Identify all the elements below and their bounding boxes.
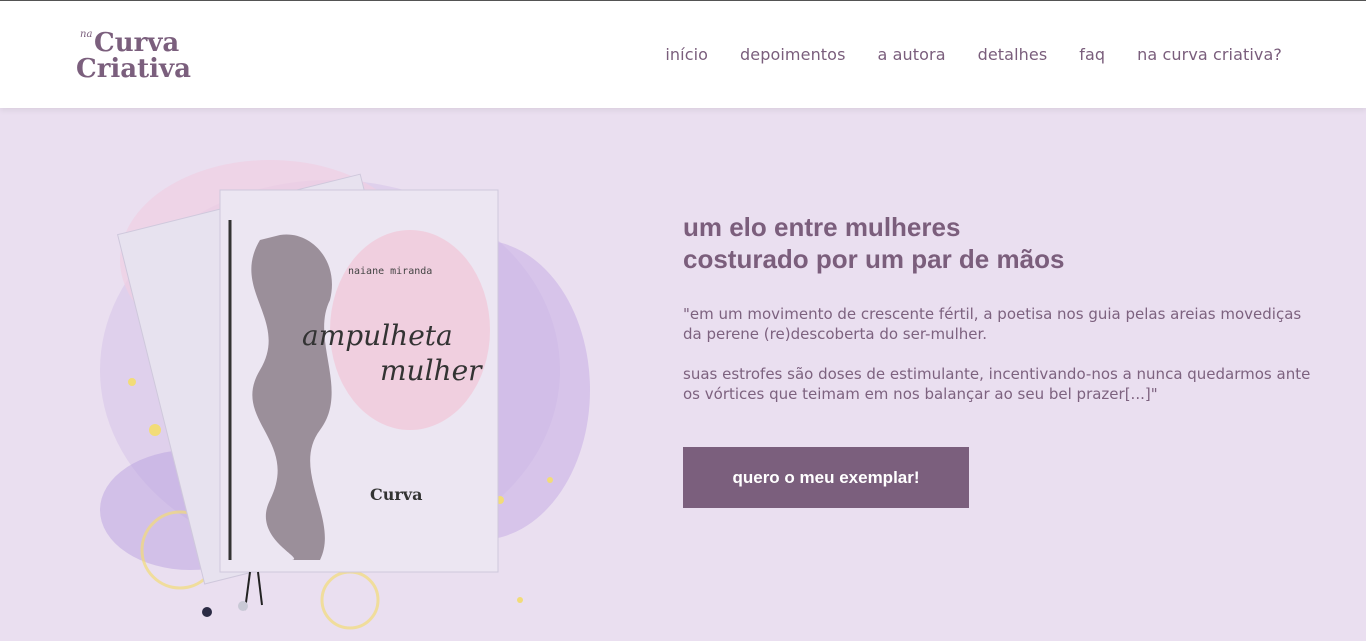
hero-headline: um elo entre mulheres costurado por um p… <box>683 211 1064 275</box>
headline-line-2: costurado por um par de mãos <box>683 244 1065 274</box>
nav-item-faq[interactable]: faq <box>1079 45 1105 64</box>
brand-logo[interactable]: na Curva Criativa <box>72 21 214 83</box>
quote-paragraph-2: suas estrofes são doses de estimulante, … <box>683 365 1311 403</box>
main-nav: início depoimentos a autora detalhes faq… <box>665 45 1282 64</box>
nav-item-na-curva-criativa[interactable]: na curva criativa? <box>1137 45 1282 64</box>
nav-item-detalhes[interactable]: detalhes <box>978 45 1048 64</box>
buy-copy-button[interactable]: quero o meu exemplar! <box>683 447 969 508</box>
book-publisher-logo: Curva <box>370 485 422 504</box>
book-title-line2: mulher <box>380 354 483 387</box>
logo-small-word: na <box>80 29 92 40</box>
nav-item-depoimentos[interactable]: depoimentos <box>740 45 845 64</box>
site-header: na Curva Criativa início depoimentos a a… <box>0 1 1366 108</box>
front-book: naiane miranda ampulheta mulher Curva <box>202 189 499 617</box>
quote-paragraph-1: "em um movimento de crescente fértil, a … <box>683 305 1302 343</box>
logo-word-2: Criativa <box>76 54 191 83</box>
book-title-line1: ampulheta <box>302 319 453 352</box>
nav-item-inicio[interactable]: início <box>665 45 708 64</box>
headline-line-1: um elo entre mulheres <box>683 212 961 242</box>
hero-quote: "em um movimento de crescente fértil, a … <box>683 304 1323 424</box>
nav-item-a-autora[interactable]: a autora <box>878 45 946 64</box>
book-author: naiane miranda <box>348 266 432 277</box>
book-cover-image: naiane miranda ampulheta mulher Curva <box>100 160 590 630</box>
